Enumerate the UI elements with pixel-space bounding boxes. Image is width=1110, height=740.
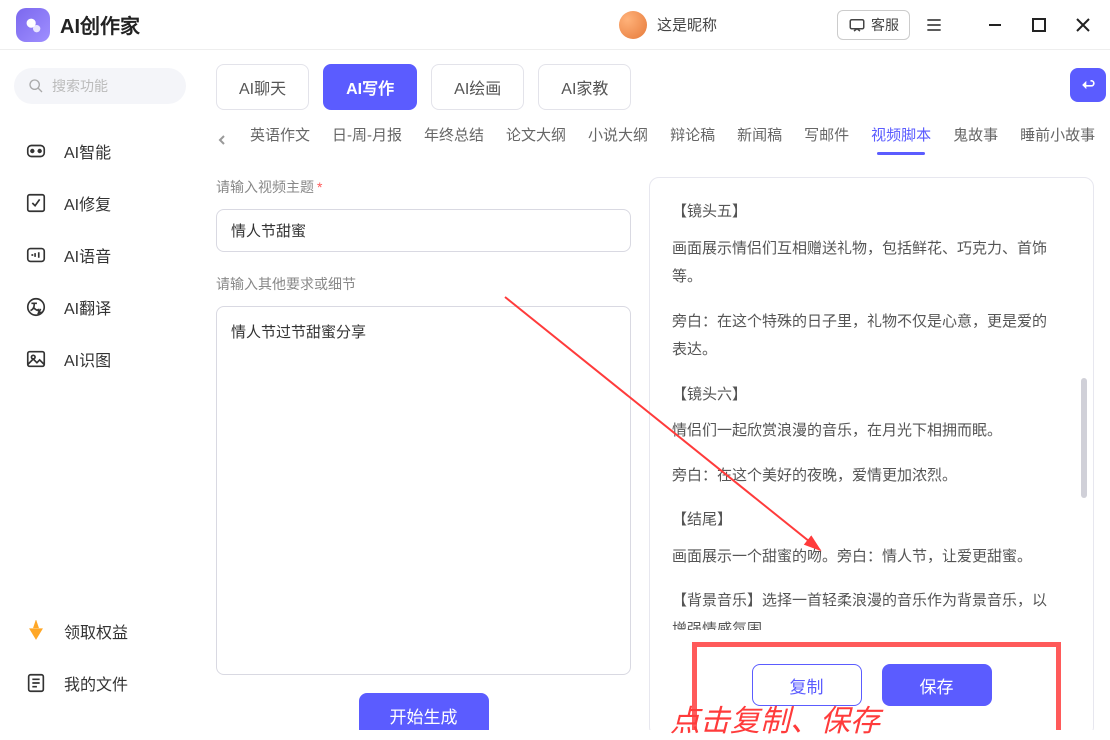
sidebar-item-ai-image[interactable]: AI识图	[14, 336, 186, 382]
gift-icon	[24, 619, 48, 643]
tab-ai-chat[interactable]: AI聊天	[216, 64, 309, 110]
translate-icon	[24, 295, 48, 319]
sub-tab-thesis[interactable]: 论文大纲	[506, 124, 566, 155]
sidebar-item-ai-translate[interactable]: AI翻译	[14, 284, 186, 330]
smart-icon	[24, 139, 48, 163]
voice-icon	[24, 243, 48, 267]
output-text[interactable]: 【镜头五】 画面展示情侣们互相赠送礼物，包括鲜花、巧克力、首饰等。 旁白：在这个…	[672, 198, 1071, 630]
output-scrollbar[interactable]	[1081, 378, 1087, 498]
return-button[interactable]	[1070, 68, 1106, 102]
sub-tab-debate[interactable]: 辩论稿	[670, 124, 715, 155]
main-area: AI聊天 AI写作 AI绘画 AI家教 英语作文 日-周-月报 年终总结 论文大…	[200, 50, 1110, 730]
sub-tab-novel[interactable]: 小说大纲	[588, 124, 648, 155]
sidebar: 搜索功能 AI智能 AI修复 AI语音 AI翻译 AI识图	[0, 50, 200, 730]
sub-tab-video-script[interactable]: 视频脚本	[871, 124, 931, 155]
minimize-button[interactable]	[984, 14, 1006, 36]
sub-tab-english[interactable]: 英语作文	[250, 124, 310, 155]
details-label: 请输入其他要求或细节	[216, 274, 631, 294]
support-label: 客服	[871, 15, 899, 35]
tab-ai-write[interactable]: AI写作	[323, 64, 417, 110]
sidebar-item-ai-repair[interactable]: AI修复	[14, 180, 186, 226]
files-icon	[24, 671, 48, 695]
sub-tab-email[interactable]: 写邮件	[804, 124, 849, 155]
top-tabs: AI聊天 AI写作 AI绘画 AI家教	[216, 64, 1094, 110]
sub-tabs-prev[interactable]	[216, 131, 228, 149]
sub-tab-news[interactable]: 新闻稿	[737, 124, 782, 155]
maximize-button[interactable]	[1028, 14, 1050, 36]
user-area[interactable]: 这是昵称	[619, 11, 717, 39]
sidebar-item-rewards[interactable]: 领取权益	[14, 608, 186, 654]
sub-tab-ghost[interactable]: 鬼故事	[953, 124, 998, 155]
annotation-box	[692, 642, 1061, 730]
sub-tab-year[interactable]: 年终总结	[424, 124, 484, 155]
image-icon	[24, 347, 48, 371]
nickname: 这是昵称	[657, 14, 717, 35]
app-title: AI创作家	[60, 10, 140, 39]
search-input[interactable]: 搜索功能	[14, 68, 186, 104]
output-actions: 复制 保存	[672, 648, 1071, 716]
menu-icon[interactable]	[924, 15, 944, 35]
sidebar-item-myfiles[interactable]: 我的文件	[14, 660, 186, 706]
tab-ai-draw[interactable]: AI绘画	[431, 64, 524, 110]
output-panel: 【镜头五】 画面展示情侣们互相赠送礼物，包括鲜花、巧克力、首饰等。 旁白：在这个…	[649, 177, 1094, 730]
topic-label: 请输入视频主题*	[216, 177, 631, 197]
avatar	[619, 11, 647, 39]
title-bar: AI创作家 这是昵称 客服	[0, 0, 1110, 50]
app-logo-icon	[16, 8, 50, 42]
generate-button[interactable]: 开始生成	[359, 693, 489, 730]
topic-input[interactable]	[216, 209, 631, 252]
save-button[interactable]: 保存	[882, 664, 992, 706]
sidebar-item-ai-smart[interactable]: AI智能	[14, 128, 186, 174]
sub-tab-report[interactable]: 日-周-月报	[332, 124, 402, 155]
sub-tab-bedtime[interactable]: 睡前小故事	[1020, 124, 1095, 155]
search-placeholder: 搜索功能	[52, 76, 108, 96]
sub-tabs: 英语作文 日-周-月报 年终总结 论文大纲 小说大纲 辩论稿 新闻稿 写邮件 视…	[216, 124, 1094, 155]
close-button[interactable]	[1072, 14, 1094, 36]
tab-ai-tutor[interactable]: AI家教	[538, 64, 631, 110]
sidebar-item-ai-voice[interactable]: AI语音	[14, 232, 186, 278]
support-button[interactable]: 客服	[837, 10, 910, 40]
details-textarea[interactable]	[216, 306, 631, 675]
input-panel: 请输入视频主题* 请输入其他要求或细节 开始生成	[216, 177, 631, 730]
repair-icon	[24, 191, 48, 215]
copy-button[interactable]: 复制	[752, 664, 862, 706]
